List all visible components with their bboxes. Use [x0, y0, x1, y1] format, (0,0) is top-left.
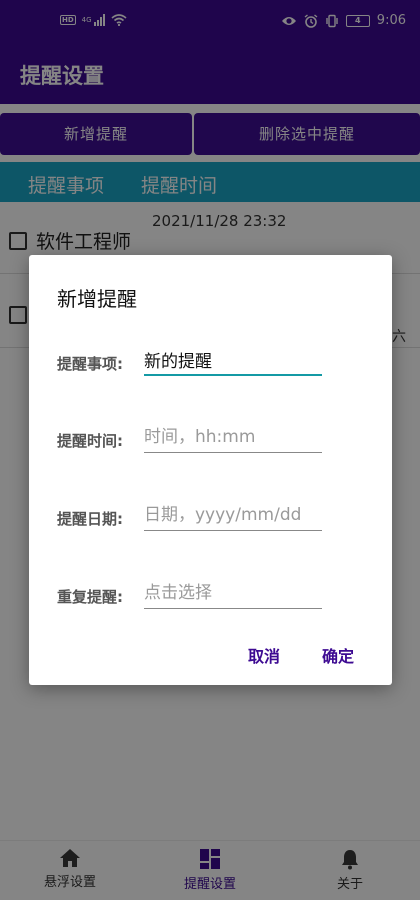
reminder-item-label: 提醒事项:	[57, 355, 123, 373]
dialog-title: 新增提醒	[57, 287, 137, 311]
reminder-time-input[interactable]	[144, 421, 322, 453]
reminder-time-label: 提醒时间:	[57, 432, 123, 450]
cancel-button[interactable]: 取消	[248, 643, 280, 667]
reminder-date-label: 提醒日期:	[57, 510, 123, 528]
reminder-item-input[interactable]	[144, 344, 322, 376]
repeat-select[interactable]	[144, 577, 322, 609]
reminder-date-input[interactable]	[144, 499, 322, 531]
confirm-button[interactable]: 确定	[322, 643, 354, 667]
new-reminder-dialog: 新增提醒 提醒事项: 提醒时间: 提醒日期: 重复提醒: 取消 确定	[29, 255, 392, 685]
repeat-label: 重复提醒:	[57, 588, 123, 606]
